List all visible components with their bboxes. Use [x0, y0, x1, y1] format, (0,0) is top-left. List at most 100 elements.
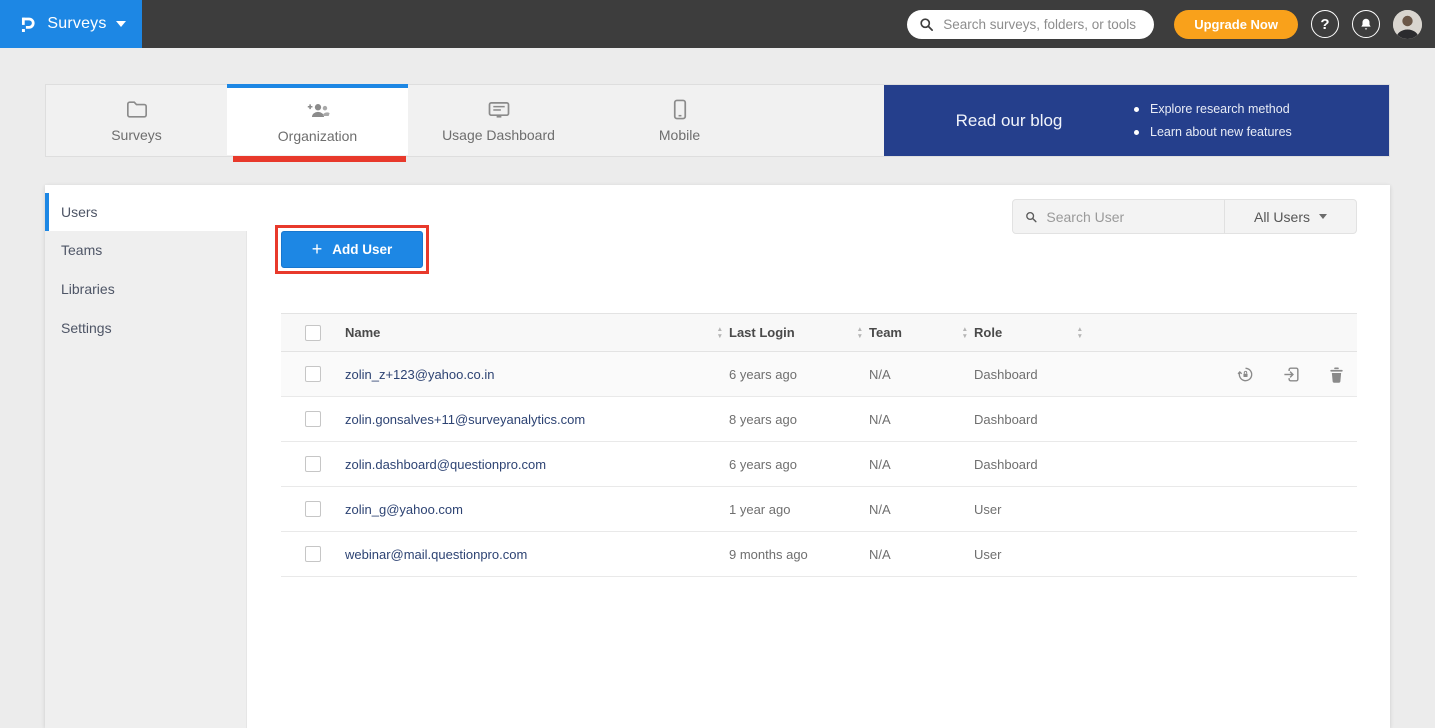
team-value: N/A [869, 457, 891, 472]
reset-password-icon[interactable] [1236, 365, 1255, 384]
product-menu-label: Surveys [47, 15, 106, 33]
table-row[interactable]: webinar@mail.questionpro.com 9 months ag… [281, 532, 1357, 577]
tab-usage-dashboard[interactable]: Usage Dashboard [408, 85, 589, 156]
row-checkbox[interactable] [305, 411, 321, 427]
header-name: Name ▲▼ [345, 325, 729, 340]
add-user-button[interactable]: + Add User [281, 231, 423, 268]
tab-mobile[interactable]: Mobile [589, 85, 770, 156]
header-team: Team ▲▼ [869, 325, 974, 340]
chevron-down-icon [1319, 214, 1327, 219]
global-search[interactable] [907, 10, 1154, 39]
users-table: Name ▲▼ Last Login ▲▼ Team ▲▼ [281, 313, 1357, 577]
search-user-box[interactable] [1013, 200, 1224, 233]
upgrade-now-button[interactable]: Upgrade Now [1174, 10, 1298, 39]
sidebar-item-users[interactable]: Users [45, 193, 247, 231]
tab-organization[interactable]: Organization [227, 84, 408, 155]
sidebar-item-teams-label: Teams [61, 242, 102, 258]
role-value: User [974, 502, 1001, 517]
search-icon [919, 17, 934, 32]
role-value: Dashboard [974, 412, 1038, 427]
sidebar-item-settings[interactable]: Settings [45, 309, 247, 348]
row-checkbox[interactable] [305, 501, 321, 517]
sidebar-item-libraries-label: Libraries [61, 281, 115, 297]
table-row[interactable]: zolin.dashboard@questionpro.com 6 years … [281, 442, 1357, 487]
last-login-value: 6 years ago [729, 457, 797, 472]
row-checkbox[interactable] [305, 456, 321, 472]
global-search-input[interactable] [943, 17, 1142, 32]
tab-surveys-label: Surveys [111, 127, 162, 143]
team-value: N/A [869, 547, 891, 562]
bell-icon [1359, 17, 1373, 31]
sidebar-item-libraries[interactable]: Libraries [45, 270, 247, 309]
organization-panel: Users Teams Libraries Settings [45, 185, 1390, 728]
product-switcher[interactable]: Surveys [0, 0, 142, 48]
topbar: Surveys Upgrade Now ? [0, 0, 1435, 48]
role-value: Dashboard [974, 367, 1038, 382]
last-login-value: 8 years ago [729, 412, 797, 427]
role-value: Dashboard [974, 457, 1038, 472]
user-email-link[interactable]: zolin.dashboard@questionpro.com [345, 457, 546, 472]
sort-name-icon[interactable]: ▲▼ [717, 327, 723, 339]
plus-icon: + [312, 240, 323, 258]
header-team-label: Team [869, 325, 902, 340]
add-user-label: Add User [332, 242, 392, 257]
search-user-input[interactable] [1046, 209, 1212, 225]
header-checkbox-cell [281, 325, 345, 341]
help-icon: ? [1320, 16, 1329, 33]
tab-organization-label: Organization [278, 128, 357, 144]
sidebar-item-teams[interactable]: Teams [45, 231, 247, 270]
header-last-login: Last Login ▲▼ [729, 325, 869, 340]
table-row[interactable]: zolin.gonsalves+11@surveyanalytics.com 8… [281, 397, 1357, 442]
tab-mobile-label: Mobile [659, 127, 700, 143]
sort-last-login-icon[interactable]: ▲▼ [857, 327, 863, 339]
annotation-red-underline [233, 156, 406, 162]
header-role: Role ▲▼ [974, 325, 1089, 340]
header-role-label: Role [974, 325, 1002, 340]
user-filter-bar: All Users [1012, 199, 1357, 234]
user-email-link[interactable]: zolin_g@yahoo.com [345, 502, 463, 517]
user-email-link[interactable]: zolin_z+123@yahoo.co.in [345, 367, 494, 382]
user-email-link[interactable]: webinar@mail.questionpro.com [345, 547, 527, 562]
team-value: N/A [869, 367, 891, 382]
person-add-icon [305, 99, 331, 121]
folder-icon [126, 98, 148, 120]
delete-icon[interactable] [1328, 365, 1345, 384]
sidebar-item-users-label: Users [61, 204, 98, 220]
tab-usage-dashboard-label: Usage Dashboard [442, 127, 555, 143]
blog-promo-banner: Read our blog Explore research method Le… [884, 85, 1389, 156]
avatar[interactable] [1393, 10, 1422, 39]
user-email-link[interactable]: zolin.gonsalves+11@surveyanalytics.com [345, 412, 585, 427]
team-value: N/A [869, 502, 891, 517]
select-all-checkbox[interactable] [305, 325, 321, 341]
notifications-button[interactable] [1352, 10, 1380, 38]
help-button[interactable]: ? [1311, 10, 1339, 38]
last-login-value: 1 year ago [729, 502, 790, 517]
team-value: N/A [869, 412, 891, 427]
sort-team-icon[interactable]: ▲▼ [962, 327, 968, 339]
users-content: All Users + Add User Name ▲▼ [247, 185, 1390, 728]
row-checkbox[interactable] [305, 546, 321, 562]
sort-role-icon[interactable]: ▲▼ [1077, 327, 1083, 339]
last-login-value: 9 months ago [729, 547, 808, 562]
tab-surveys[interactable]: Surveys [46, 85, 227, 156]
search-icon [1025, 210, 1037, 224]
user-filter-dropdown[interactable]: All Users [1225, 200, 1356, 233]
header-name-label: Name [345, 325, 380, 340]
row-checkbox[interactable] [305, 366, 321, 382]
organization-sidebar: Users Teams Libraries Settings [45, 185, 247, 728]
mobile-icon [673, 98, 687, 120]
sidebar-item-settings-label: Settings [61, 320, 112, 336]
table-row[interactable]: zolin_z+123@yahoo.co.in 6 years ago N/A … [281, 352, 1357, 397]
table-row[interactable]: zolin_g@yahoo.com 1 year ago N/A User [281, 487, 1357, 532]
blog-promo-bullets: Explore research method Learn about new … [1134, 98, 1292, 144]
dashboard-icon [487, 98, 511, 120]
table-header-row: Name ▲▼ Last Login ▲▼ Team ▲▼ [281, 313, 1357, 352]
login-as-user-icon[interactable] [1282, 365, 1301, 384]
chevron-down-icon [116, 21, 126, 27]
header-last-login-label: Last Login [729, 325, 795, 340]
avatar-image [1393, 10, 1422, 39]
last-login-value: 6 years ago [729, 367, 797, 382]
annotation-highlight-box: + Add User [275, 225, 429, 274]
user-filter-selected: All Users [1254, 209, 1310, 225]
read-our-blog-link[interactable]: Read our blog [884, 111, 1134, 131]
